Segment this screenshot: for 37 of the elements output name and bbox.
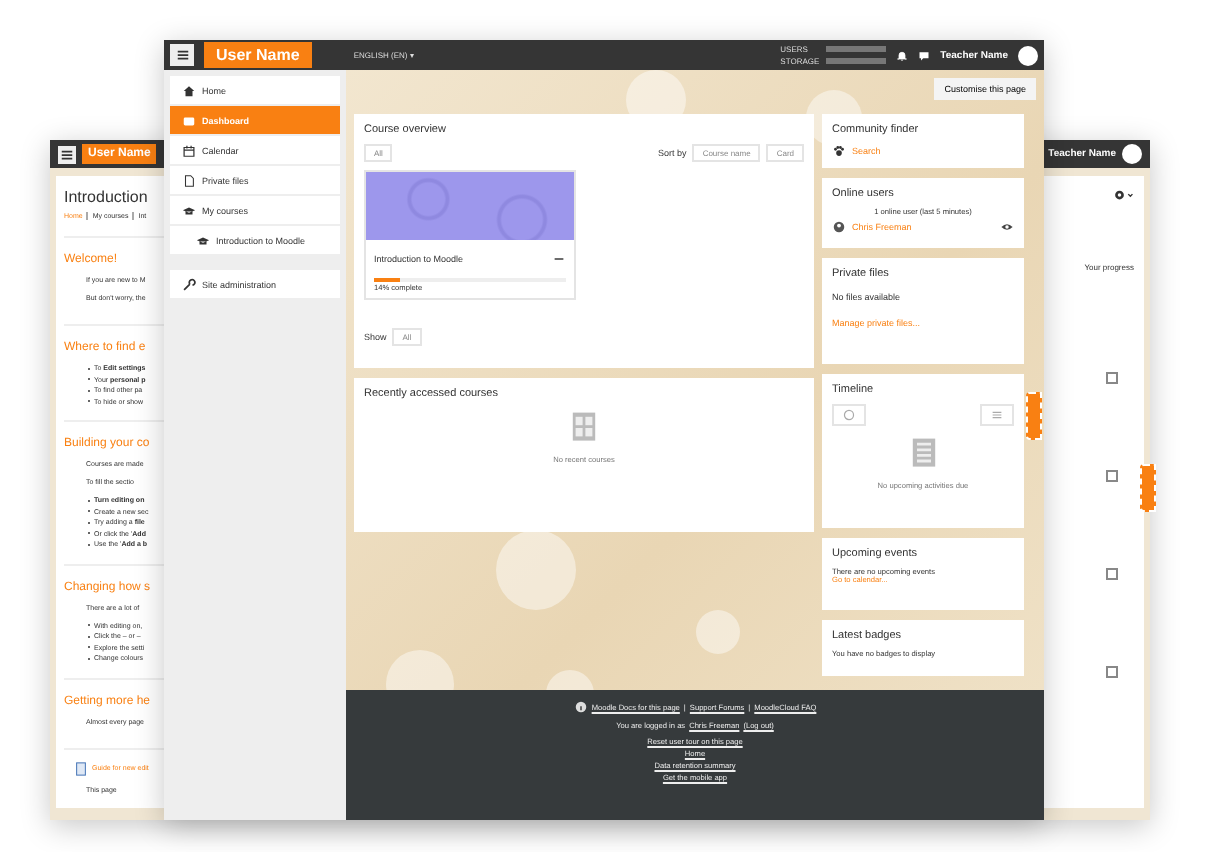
bokeh-spot bbox=[496, 530, 576, 610]
file-icon bbox=[182, 173, 196, 187]
calendar-icon bbox=[182, 143, 196, 157]
collapse-tab[interactable] bbox=[1026, 392, 1042, 440]
completion-checkbox[interactable] bbox=[1106, 372, 1118, 384]
completion-checkbox[interactable] bbox=[1106, 470, 1118, 482]
courses-grid-icon bbox=[570, 412, 598, 444]
bell-icon[interactable] bbox=[896, 49, 909, 61]
completion-checkbox[interactable] bbox=[1106, 666, 1118, 678]
menu-icon bbox=[60, 147, 74, 161]
cap-icon bbox=[196, 233, 210, 247]
avatar-icon[interactable] bbox=[1122, 144, 1142, 164]
cap-icon bbox=[182, 203, 196, 217]
page-title: Introduction bbox=[64, 188, 150, 206]
settings-icon[interactable] bbox=[1112, 188, 1134, 202]
home-icon bbox=[182, 83, 196, 97]
collapse-tab[interactable] bbox=[1140, 464, 1156, 512]
document-icon bbox=[74, 761, 88, 775]
info-icon bbox=[573, 700, 588, 714]
bokeh-spot bbox=[696, 610, 740, 654]
user-icon bbox=[832, 220, 846, 234]
quota-bar bbox=[826, 58, 887, 64]
menu-icon bbox=[175, 48, 189, 62]
menu-button[interactable] bbox=[170, 44, 194, 66]
list-icon bbox=[990, 408, 1004, 422]
list-document-icon bbox=[909, 438, 937, 470]
dashboard-icon bbox=[182, 113, 196, 127]
paw-icon bbox=[832, 144, 846, 158]
menu-button[interactable] bbox=[58, 145, 76, 163]
clock-icon bbox=[842, 408, 856, 422]
eye-icon[interactable] bbox=[1000, 220, 1014, 234]
quota-bar bbox=[826, 46, 887, 52]
wrench-icon bbox=[182, 277, 196, 291]
completion-checkbox[interactable] bbox=[1106, 568, 1118, 580]
more-icon[interactable] bbox=[552, 252, 566, 266]
chat-icon[interactable] bbox=[918, 49, 931, 61]
avatar-icon[interactable] bbox=[1018, 45, 1038, 65]
